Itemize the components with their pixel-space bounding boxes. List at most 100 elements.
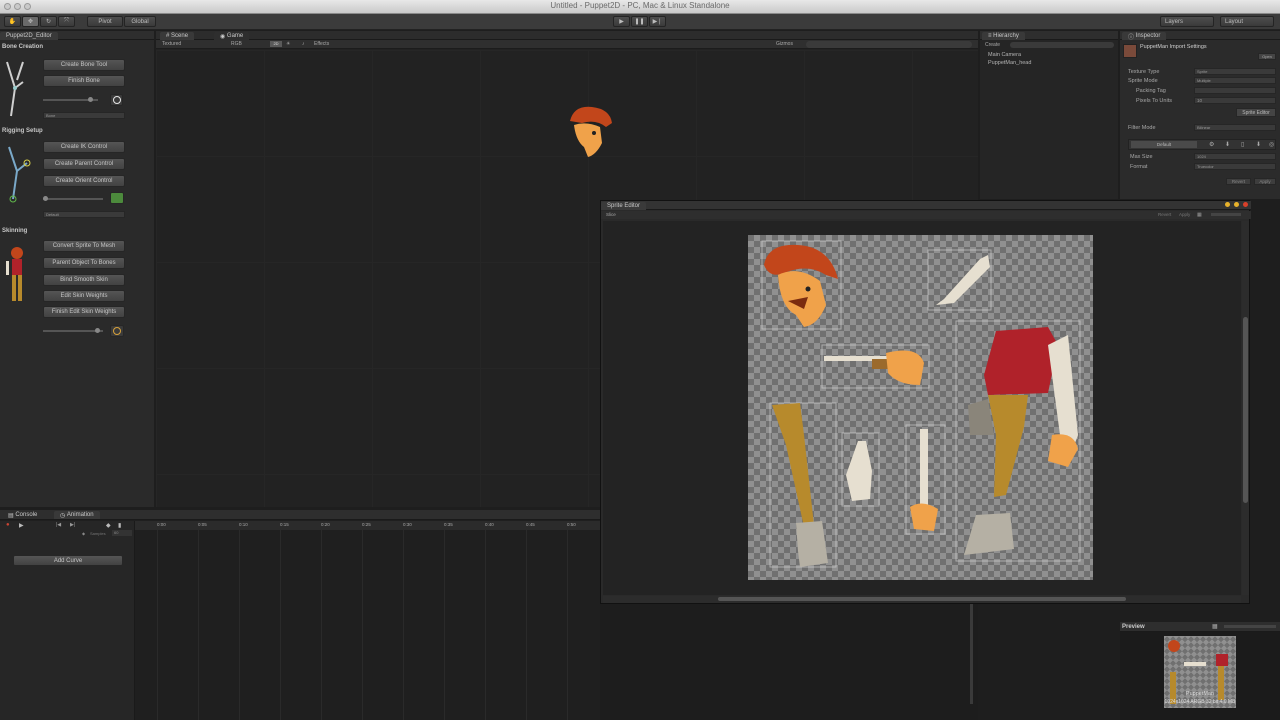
maximize-sprite-editor-icon[interactable] xyxy=(1234,202,1239,207)
add-keyframe-icon[interactable]: ◆ xyxy=(106,522,111,529)
edit-skin-weights-button[interactable]: Edit Skin Weights xyxy=(43,290,125,302)
layers-dropdown[interactable]: Layers xyxy=(1160,16,1214,27)
format-dropdown[interactable]: Truecolor xyxy=(1194,163,1276,170)
convert-sprite-to-mesh-button[interactable]: Convert Sprite To Mesh xyxy=(43,240,125,252)
revert-button[interactable]: Revert xyxy=(1226,178,1251,185)
upper-arm-sprite[interactable] xyxy=(927,249,992,311)
forearm-sprite[interactable] xyxy=(905,424,946,535)
create-orient-control-button[interactable]: Create Orient Control xyxy=(43,175,125,187)
scene-head-sprite[interactable] xyxy=(566,103,616,159)
sprite-mode-dropdown[interactable]: Multiple xyxy=(1194,77,1276,84)
anim-play-icon[interactable]: ▶ xyxy=(19,522,24,529)
bone-sorting-dropdown[interactable]: Bone xyxy=(43,112,125,119)
create-ik-control-button[interactable]: Create IK Control xyxy=(43,141,125,153)
hierarchy-item[interactable]: Main Camera xyxy=(988,52,1021,58)
packing-tag-input[interactable] xyxy=(1194,87,1276,94)
add-curve-button[interactable]: Add Curve xyxy=(13,555,123,566)
hierarchy-search-input[interactable] xyxy=(1010,42,1114,48)
sprite-editor-button[interactable]: Sprite Editor xyxy=(1236,108,1276,117)
close-sprite-editor-icon[interactable] xyxy=(1243,202,1248,207)
panel-splitter[interactable] xyxy=(970,604,973,704)
add-event-icon[interactable]: ▮ xyxy=(118,522,121,529)
dopesheet-area[interactable] xyxy=(135,530,600,720)
bind-smooth-skin-button[interactable]: Bind Smooth Skin xyxy=(43,274,125,286)
parent-object-to-bones-button[interactable]: Parent Object To Bones xyxy=(43,257,125,269)
audio-toggle-icon[interactable]: ♪ xyxy=(302,41,305,47)
ios-platform-icon[interactable]: ▯ xyxy=(1241,141,1244,148)
vertical-scrollbar[interactable] xyxy=(1242,221,1249,595)
default-platform-tab[interactable]: Default xyxy=(1131,141,1197,148)
shading-mode-dropdown[interactable]: Textured xyxy=(162,41,181,47)
gizmos-dropdown[interactable]: Gizmos xyxy=(776,41,793,47)
prev-key-icon[interactable]: |◀ xyxy=(56,522,61,528)
timeline-ruler[interactable]: 0:00 0:05 0:10 0:15 0:20 0:25 0:30 0:35 … xyxy=(135,521,600,530)
filter-mode-dropdown[interactable]: Bilinear xyxy=(1194,124,1276,131)
brush-size-slider[interactable] xyxy=(43,328,103,333)
scene-search-input[interactable] xyxy=(806,41,972,48)
global-toggle-button[interactable]: Global xyxy=(124,16,156,27)
control-color-swatch[interactable] xyxy=(110,192,124,204)
texture-type-label: Texture Type xyxy=(1128,69,1160,75)
hierarchy-create-dropdown[interactable]: Create xyxy=(985,42,1000,48)
tab-console[interactable]: ▤ Console xyxy=(2,511,44,519)
layout-dropdown[interactable]: Layout xyxy=(1220,16,1274,27)
pixels-to-units-input[interactable]: 10 xyxy=(1194,97,1276,104)
sprite-revert-button[interactable]: Revert xyxy=(1158,212,1171,217)
mode-2d-toggle[interactable]: 2D xyxy=(270,41,282,47)
pivot-toggle-button[interactable]: Pivot xyxy=(87,16,123,27)
head-sprite[interactable] xyxy=(761,240,842,330)
flash-platform-icon[interactable]: ◎ xyxy=(1269,141,1274,148)
hand-tool-icon[interactable]: ✋ xyxy=(4,16,21,27)
hierarchy-item[interactable]: PuppetMan_head xyxy=(988,60,1031,66)
sprite-editor-tab[interactable]: Sprite Editor xyxy=(601,202,647,210)
rotate-tool-icon[interactable]: ↻ xyxy=(40,16,57,27)
tab-animation[interactable]: ◷ Animation xyxy=(54,511,100,519)
color-channel-icon[interactable]: ▦ xyxy=(1197,212,1202,218)
samples-input[interactable]: 60 xyxy=(112,530,132,536)
apply-button[interactable]: Apply xyxy=(1254,178,1276,185)
effects-dropdown[interactable]: Effects xyxy=(314,41,329,47)
lighting-toggle-icon[interactable]: ☀ xyxy=(286,41,290,47)
control-size-slider[interactable] xyxy=(43,196,103,201)
preview-mip-slider[interactable] xyxy=(1224,625,1276,628)
leg-sprite[interactable] xyxy=(769,402,837,568)
slice-dropdown[interactable]: Slice xyxy=(606,212,616,217)
tab-scene[interactable]: # Scene xyxy=(160,32,195,40)
next-key-icon[interactable]: ▶| xyxy=(70,522,75,528)
bone-size-slider[interactable] xyxy=(43,97,98,102)
move-tool-icon[interactable]: ✥ xyxy=(22,16,39,27)
create-bone-tool-button[interactable]: Create Bone Tool xyxy=(43,59,125,71)
tab-game[interactable]: ◉ Game xyxy=(214,32,250,40)
step-button[interactable]: ▶❘ xyxy=(649,16,666,27)
gun-hand-sprite[interactable] xyxy=(821,344,930,389)
preview-channel-icon[interactable]: ▦ xyxy=(1212,623,1218,630)
control-sorting-dropdown[interactable]: Default xyxy=(43,211,125,218)
clip-dropdown-icon[interactable]: ◆ xyxy=(82,531,85,536)
weight-brush-icon[interactable] xyxy=(110,325,124,337)
standalone-platform-icon[interactable]: ⚙ xyxy=(1209,141,1214,148)
pause-button[interactable]: ❚❚ xyxy=(631,16,648,27)
tab-hierarchy[interactable]: ≡ Hierarchy xyxy=(982,32,1025,40)
play-button[interactable]: ▶ xyxy=(613,16,630,27)
horizontal-scrollbar[interactable] xyxy=(603,596,1241,603)
render-mode-dropdown[interactable]: RGB xyxy=(231,41,242,47)
minimize-sprite-editor-icon[interactable] xyxy=(1225,202,1230,207)
android-platform-icon[interactable]: ⬇ xyxy=(1256,141,1261,148)
web-platform-icon[interactable]: ⬇ xyxy=(1225,141,1230,148)
finish-edit-skin-weights-button[interactable]: Finish Edit Skin Weights xyxy=(43,306,125,318)
torso-sprite[interactable] xyxy=(955,320,1081,562)
window-title: Untitled - Puppet2D - PC, Mac & Linux St… xyxy=(550,1,730,10)
small-hand-sprite[interactable] xyxy=(841,432,880,507)
open-button[interactable]: Open xyxy=(1258,53,1276,60)
max-size-dropdown[interactable]: 1024 xyxy=(1194,153,1276,160)
bone-color-swatch[interactable] xyxy=(110,94,123,106)
tab-inspector[interactable]: ⓘ Inspector xyxy=(1122,32,1167,41)
sprite-apply-button[interactable]: Apply xyxy=(1179,212,1190,217)
zoom-slider[interactable] xyxy=(1211,213,1241,216)
scale-tool-icon[interactable]: ⤧ xyxy=(58,16,75,27)
tab-puppet2d-editor[interactable]: Puppet2D_Editor xyxy=(0,32,58,40)
finish-bone-button[interactable]: Finish Bone xyxy=(43,75,125,87)
create-parent-control-button[interactable]: Create Parent Control xyxy=(43,158,125,170)
record-icon[interactable]: ● xyxy=(6,522,10,528)
texture-type-dropdown[interactable]: Sprite xyxy=(1194,68,1276,75)
